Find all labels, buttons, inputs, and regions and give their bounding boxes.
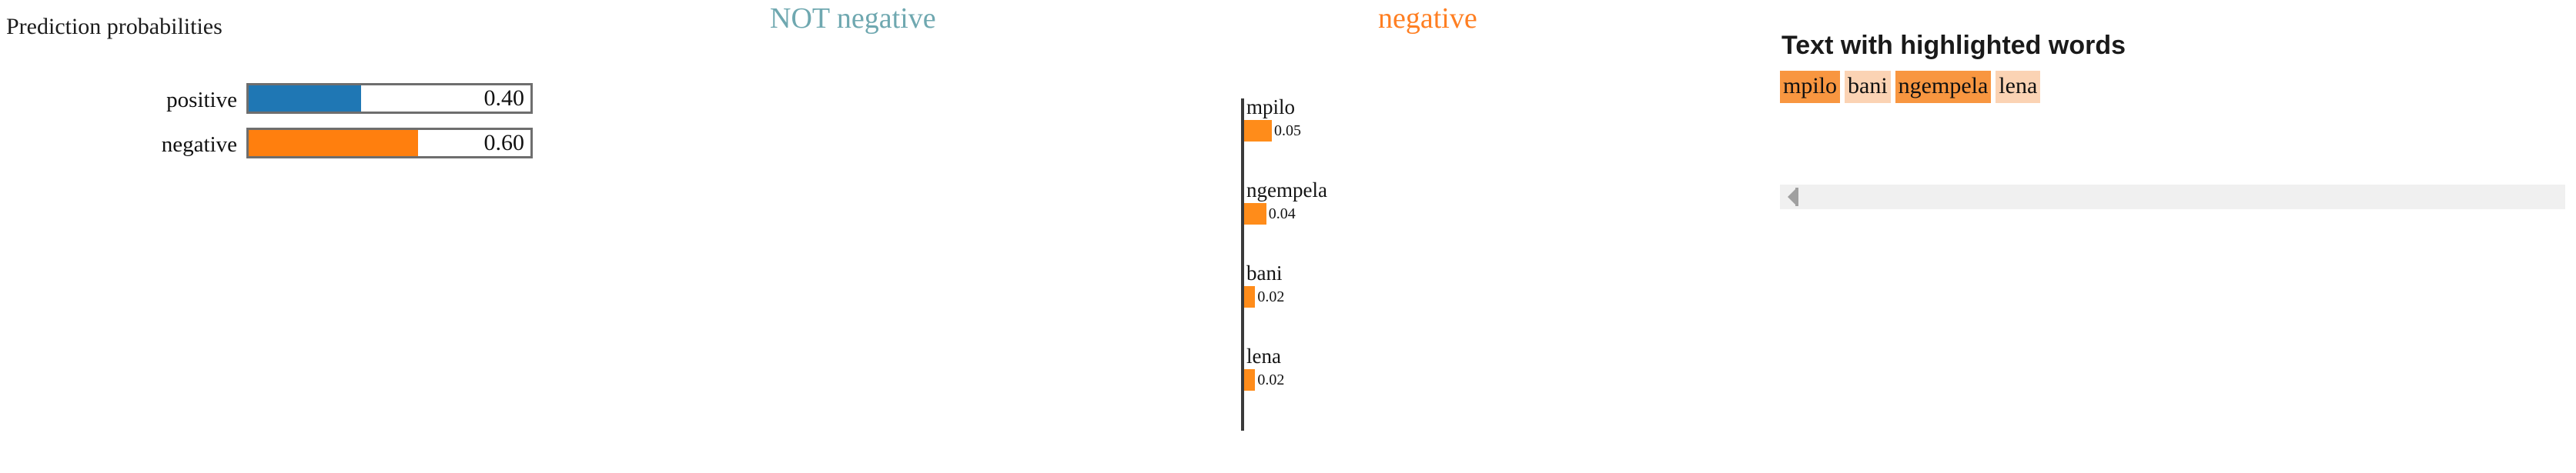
probability-class-label: negative <box>161 132 237 157</box>
feature-weight-value: 0.02 <box>1257 288 1285 305</box>
feature-weight-bar <box>1244 120 1272 142</box>
probability-value: 0.40 <box>483 85 525 111</box>
scroll-left-arrow-icon[interactable] <box>1788 189 1795 205</box>
feature-label: lena <box>1246 345 1281 368</box>
probability-row: negative 0.60 <box>0 128 539 162</box>
horizontal-scrollbar[interactable] <box>1780 185 2565 209</box>
prediction-probabilities-panel: Prediction probabilities positive 0.40 neg… <box>0 14 647 245</box>
highlighted-word: ngempela <box>1895 71 1992 103</box>
highlighted-word: lena <box>1996 71 2041 103</box>
feature-weight-bar <box>1244 286 1256 308</box>
feature-weights-chart: mpilo 0.05 ngempela 0.04 bani 0.02 lena 0.02 <box>1232 92 1555 446</box>
probability-row: positive 0.40 <box>0 83 539 117</box>
probability-class-label: positive <box>166 88 237 112</box>
feature-bar-item: mpilo 0.05 <box>1244 97 1537 180</box>
feature-weight-bar <box>1244 369 1256 391</box>
highlighted-text-title: Text with highlighted words <box>1781 31 2126 60</box>
probability-bar-fill <box>249 85 362 112</box>
feature-label: bani <box>1246 261 1283 285</box>
class-heading-negative: negative <box>1378 2 1477 35</box>
class-heading-not-negative: NOT negative <box>770 2 936 35</box>
clipped-text-strip: Ii——iNOTn <box>0 0 2576 11</box>
highlighted-word: bani <box>1845 71 1891 103</box>
feature-label: mpilo <box>1246 95 1296 118</box>
feature-label: ngempela <box>1246 178 1327 202</box>
prediction-probabilities-title: Prediction probabilities <box>6 14 222 39</box>
highlighted-word: mpilo <box>1780 71 1841 103</box>
probability-bar-track: 0.40 <box>246 83 533 114</box>
probability-bar-fill <box>249 130 418 156</box>
feature-bar-item: ngempela 0.04 <box>1244 180 1537 263</box>
feature-weight-value: 0.04 <box>1268 205 1296 222</box>
scroll-thumb[interactable] <box>1795 188 1798 206</box>
probability-value: 0.60 <box>483 130 525 155</box>
feature-weight-bar <box>1244 203 1266 225</box>
probability-bar-track: 0.60 <box>246 128 533 158</box>
feature-bar-item: lena 0.02 <box>1244 346 1537 429</box>
feature-weight-value: 0.05 <box>1274 122 1301 139</box>
highlighted-words-row: mpilo bani ngempela lena <box>1780 71 2045 103</box>
highlighted-text-panel: Text with highlighted words mpilo bani nge… <box>1778 31 2576 461</box>
feature-weight-value: 0.02 <box>1257 371 1285 388</box>
feature-bar-item: bani 0.02 <box>1244 263 1537 346</box>
